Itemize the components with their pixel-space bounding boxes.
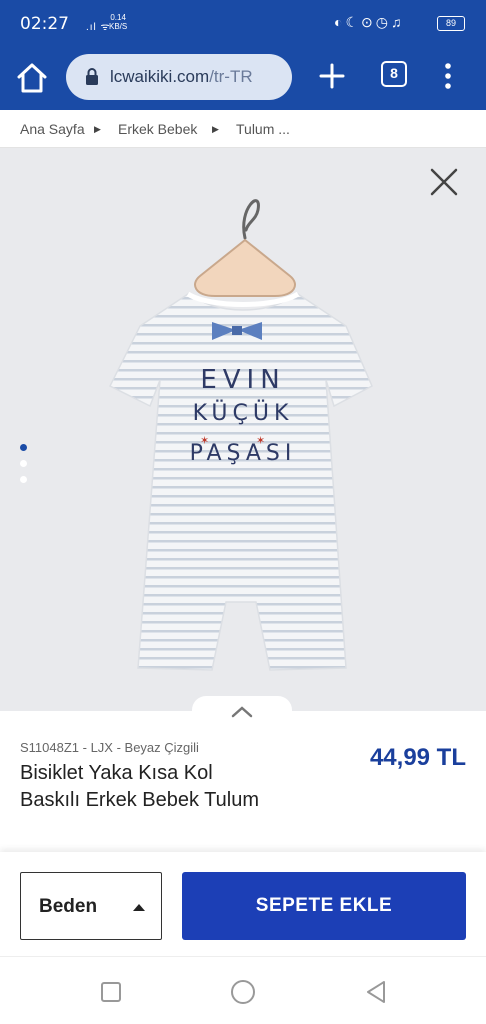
expand-handle[interactable] <box>192 696 292 724</box>
svg-text:✶: ✶ <box>200 435 209 447</box>
back-icon[interactable] <box>364 979 388 1005</box>
close-icon[interactable] <box>428 166 460 198</box>
product-price: 44,99 TL <box>369 744 466 771</box>
tab-switcher-button[interactable]: 8 <box>381 61 407 87</box>
product-title: Bisiklet Yaka Kısa Kol Baskılı Erkek Beb… <box>20 762 259 811</box>
browser-toolbar: lcwaikiki.com/tr-TR 8 <box>0 46 486 110</box>
chevron-right-icon: ▶ <box>94 124 101 134</box>
add-to-cart-button[interactable]: SEPETE EKLE <box>182 872 466 940</box>
breadcrumb: Ana Sayfa ▶ Erkek Bebek ▶ Tulum ... <box>0 110 486 148</box>
slide-dot-active[interactable] <box>20 444 27 451</box>
purchase-bar: Beden SEPETE EKLE <box>0 852 486 956</box>
breadcrumb-category[interactable]: Erkek Bebek <box>118 121 197 137</box>
new-tab-plus-icon[interactable] <box>316 60 348 92</box>
battery-icon: 89 <box>437 16 465 31</box>
home-icon[interactable] <box>14 60 50 96</box>
chevron-right-icon: ▶ <box>212 124 219 134</box>
more-options-icon[interactable] <box>440 60 456 92</box>
size-select-label: Beden <box>39 896 98 917</box>
system-nav-bar <box>0 956 486 1024</box>
print-line-2: KÜÇÜK <box>193 400 294 426</box>
net-speed: 0.14 KB/S <box>109 13 127 31</box>
chevron-up-icon <box>231 706 253 718</box>
slide-dot[interactable] <box>20 460 27 467</box>
slide-indicator <box>20 444 27 492</box>
product-image: EVIN KÜÇÜK PAŞASI ✶ ✶ <box>108 199 373 671</box>
net-speed-value: 0.14 <box>110 13 126 22</box>
product-info: S11048Z1 - LJX - Beyaz Çizgili Bisiklet … <box>0 724 486 852</box>
status-time: 02:27 <box>20 14 69 34</box>
product-sku: S11048Z1 - LJX - Beyaz Çizgili <box>20 740 199 755</box>
size-select[interactable]: Beden <box>20 872 162 940</box>
system-icons: ◐☾⊙◷♫ <box>334 14 405 30</box>
print-line-1: EVIN <box>200 365 285 395</box>
signal-icon: .ıl ᯤ <box>86 22 111 33</box>
lock-icon <box>86 68 98 85</box>
svg-text:✶: ✶ <box>256 435 265 447</box>
breadcrumb-home[interactable]: Ana Sayfa <box>20 121 85 137</box>
slide-dot[interactable] <box>20 476 27 483</box>
status-bar: 02:27 .ıl ᯤ 0.14 KB/S ◐☾⊙◷♫ 89 <box>0 0 486 46</box>
url-host: lcwaikiki.com <box>110 67 210 86</box>
address-bar[interactable]: lcwaikiki.com/tr-TR <box>66 54 292 100</box>
url-text: lcwaikiki.com/tr-TR <box>110 67 253 87</box>
caret-up-icon <box>133 904 145 911</box>
home-circle-icon[interactable] <box>230 979 256 1005</box>
url-path: /tr-TR <box>209 67 253 86</box>
product-image-gallery[interactable]: EVIN KÜÇÜK PAŞASI ✶ ✶ <box>0 148 486 711</box>
net-speed-unit: KB/S <box>109 22 128 31</box>
breadcrumb-current[interactable]: Tulum ... <box>236 121 290 137</box>
recent-apps-icon[interactable] <box>100 981 122 1003</box>
